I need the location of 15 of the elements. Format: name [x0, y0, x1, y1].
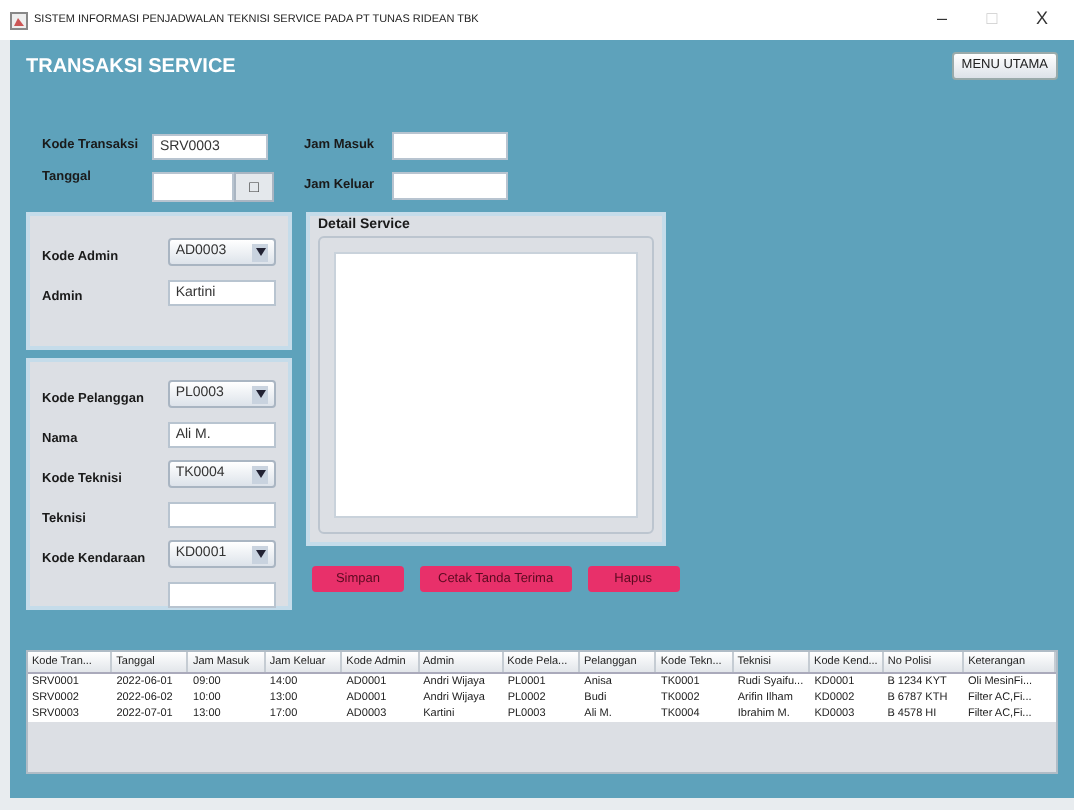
text-field[interactable] [167, 501, 276, 527]
dropdown-arrow-icon [252, 243, 268, 261]
page-heading: TRANSAKSI SERVICE [26, 54, 236, 82]
dropdown-arrow-icon [252, 385, 268, 403]
dropdown-arrow-icon [252, 545, 268, 563]
window-control[interactable]: – [920, 6, 964, 34]
text-field[interactable] [167, 581, 276, 607]
text-field[interactable] [392, 172, 508, 200]
calendar-button[interactable]: □ [234, 171, 274, 201]
date-field[interactable] [152, 171, 234, 201]
detail-text-area[interactable] [334, 252, 638, 518]
window-control[interactable]: X [1020, 6, 1064, 34]
app-icon [10, 11, 28, 29]
dropdown-arrow-icon [252, 465, 268, 483]
text-field[interactable] [392, 132, 508, 160]
